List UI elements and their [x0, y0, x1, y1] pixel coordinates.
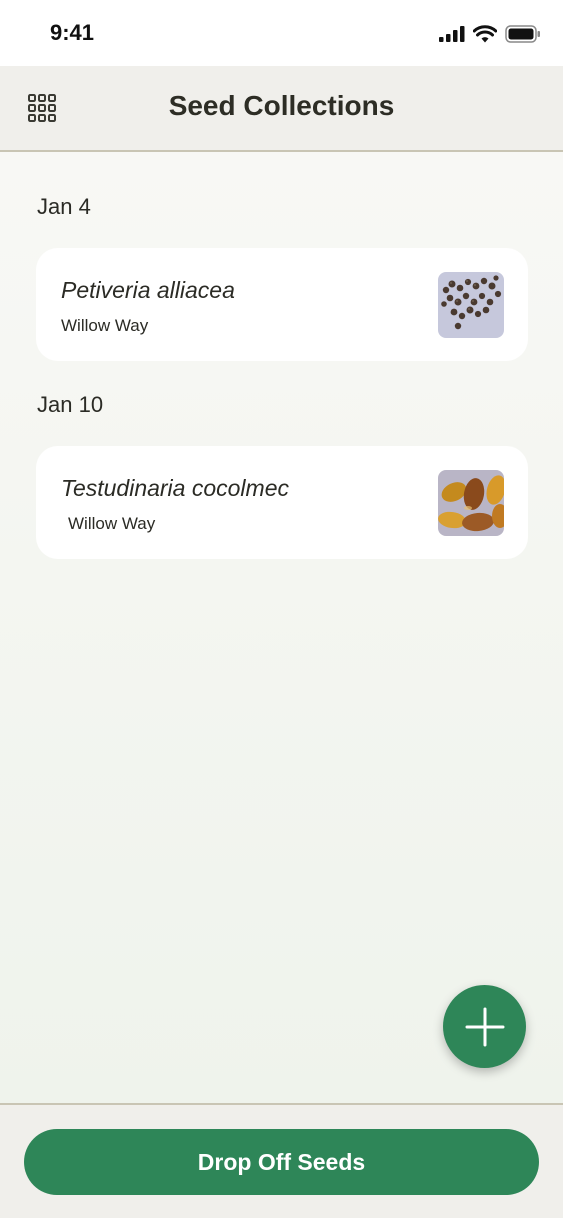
status-time: 9:41 — [50, 20, 95, 45]
status-bar: 9:41 — [0, 0, 563, 66]
seed-thumbnail — [438, 272, 504, 338]
bottom-action-bar: Drop Off Seeds — [0, 1103, 563, 1218]
collection-card[interactable]: Testudinaria cocolmec Willow Way — [36, 446, 528, 559]
add-collection-button[interactable] — [443, 985, 526, 1068]
plus-icon — [465, 1007, 504, 1046]
status-icons — [439, 24, 541, 44]
wifi-icon — [473, 25, 497, 43]
collection-card[interactable]: Petiveria alliacea Willow Way — [36, 248, 528, 361]
seed-photo — [438, 470, 504, 536]
location-name: Willow Way — [61, 316, 149, 335]
species-name: Testudinaria cocolmec — [61, 475, 289, 501]
species-name: Petiveria alliacea — [61, 277, 235, 303]
page-title: Seed Collections — [168, 90, 395, 121]
seed-thumbnail — [438, 470, 504, 536]
date-header: Jan 4 — [37, 194, 91, 219]
drop-off-seeds-button[interactable]: Drop Off Seeds — [24, 1129, 539, 1195]
collection-list: Jan 4 Petiveria alliacea Willow Way Jan … — [0, 152, 563, 1103]
location-name: Willow Way — [68, 514, 156, 533]
cellular-signal-icon — [439, 26, 465, 42]
seed-photo — [438, 272, 504, 338]
app-header: Seed Collections — [0, 66, 563, 152]
date-header: Jan 10 — [37, 392, 104, 417]
battery-icon — [505, 25, 540, 43]
